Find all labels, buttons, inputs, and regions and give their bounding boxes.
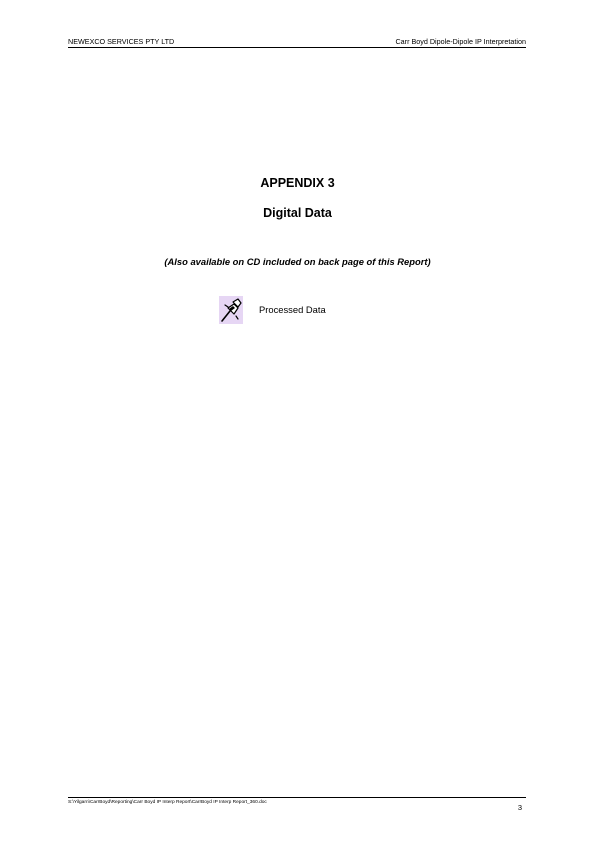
availability-note: (Also available on CD included on back p… <box>164 256 431 267</box>
page-number: 3 <box>517 803 522 812</box>
pushpin-icon[interactable] <box>219 296 243 324</box>
attachment-label[interactable]: Processed Data <box>259 304 326 315</box>
appendix-title: APPENDIX 3 <box>260 176 335 190</box>
section-title: Digital Data <box>263 206 332 220</box>
header-company-name: NEWEXCO SERVICES PTY LTD <box>68 37 175 46</box>
header-report-title: Carr Boyd Dipole-Dipole IP Interpretatio… <box>395 37 526 46</box>
page-header: NEWEXCO SERVICES PTY LTD Carr Boyd Dipol… <box>68 36 526 48</box>
footer-file-path: S:\Yilgarn\CarrBoyd\Reporting\Carr Boyd … <box>68 800 267 805</box>
page-footer: S:\Yilgarn\CarrBoyd\Reporting\Carr Boyd … <box>68 797 526 818</box>
attachment-processed-data[interactable]: Processed Data <box>219 296 419 326</box>
